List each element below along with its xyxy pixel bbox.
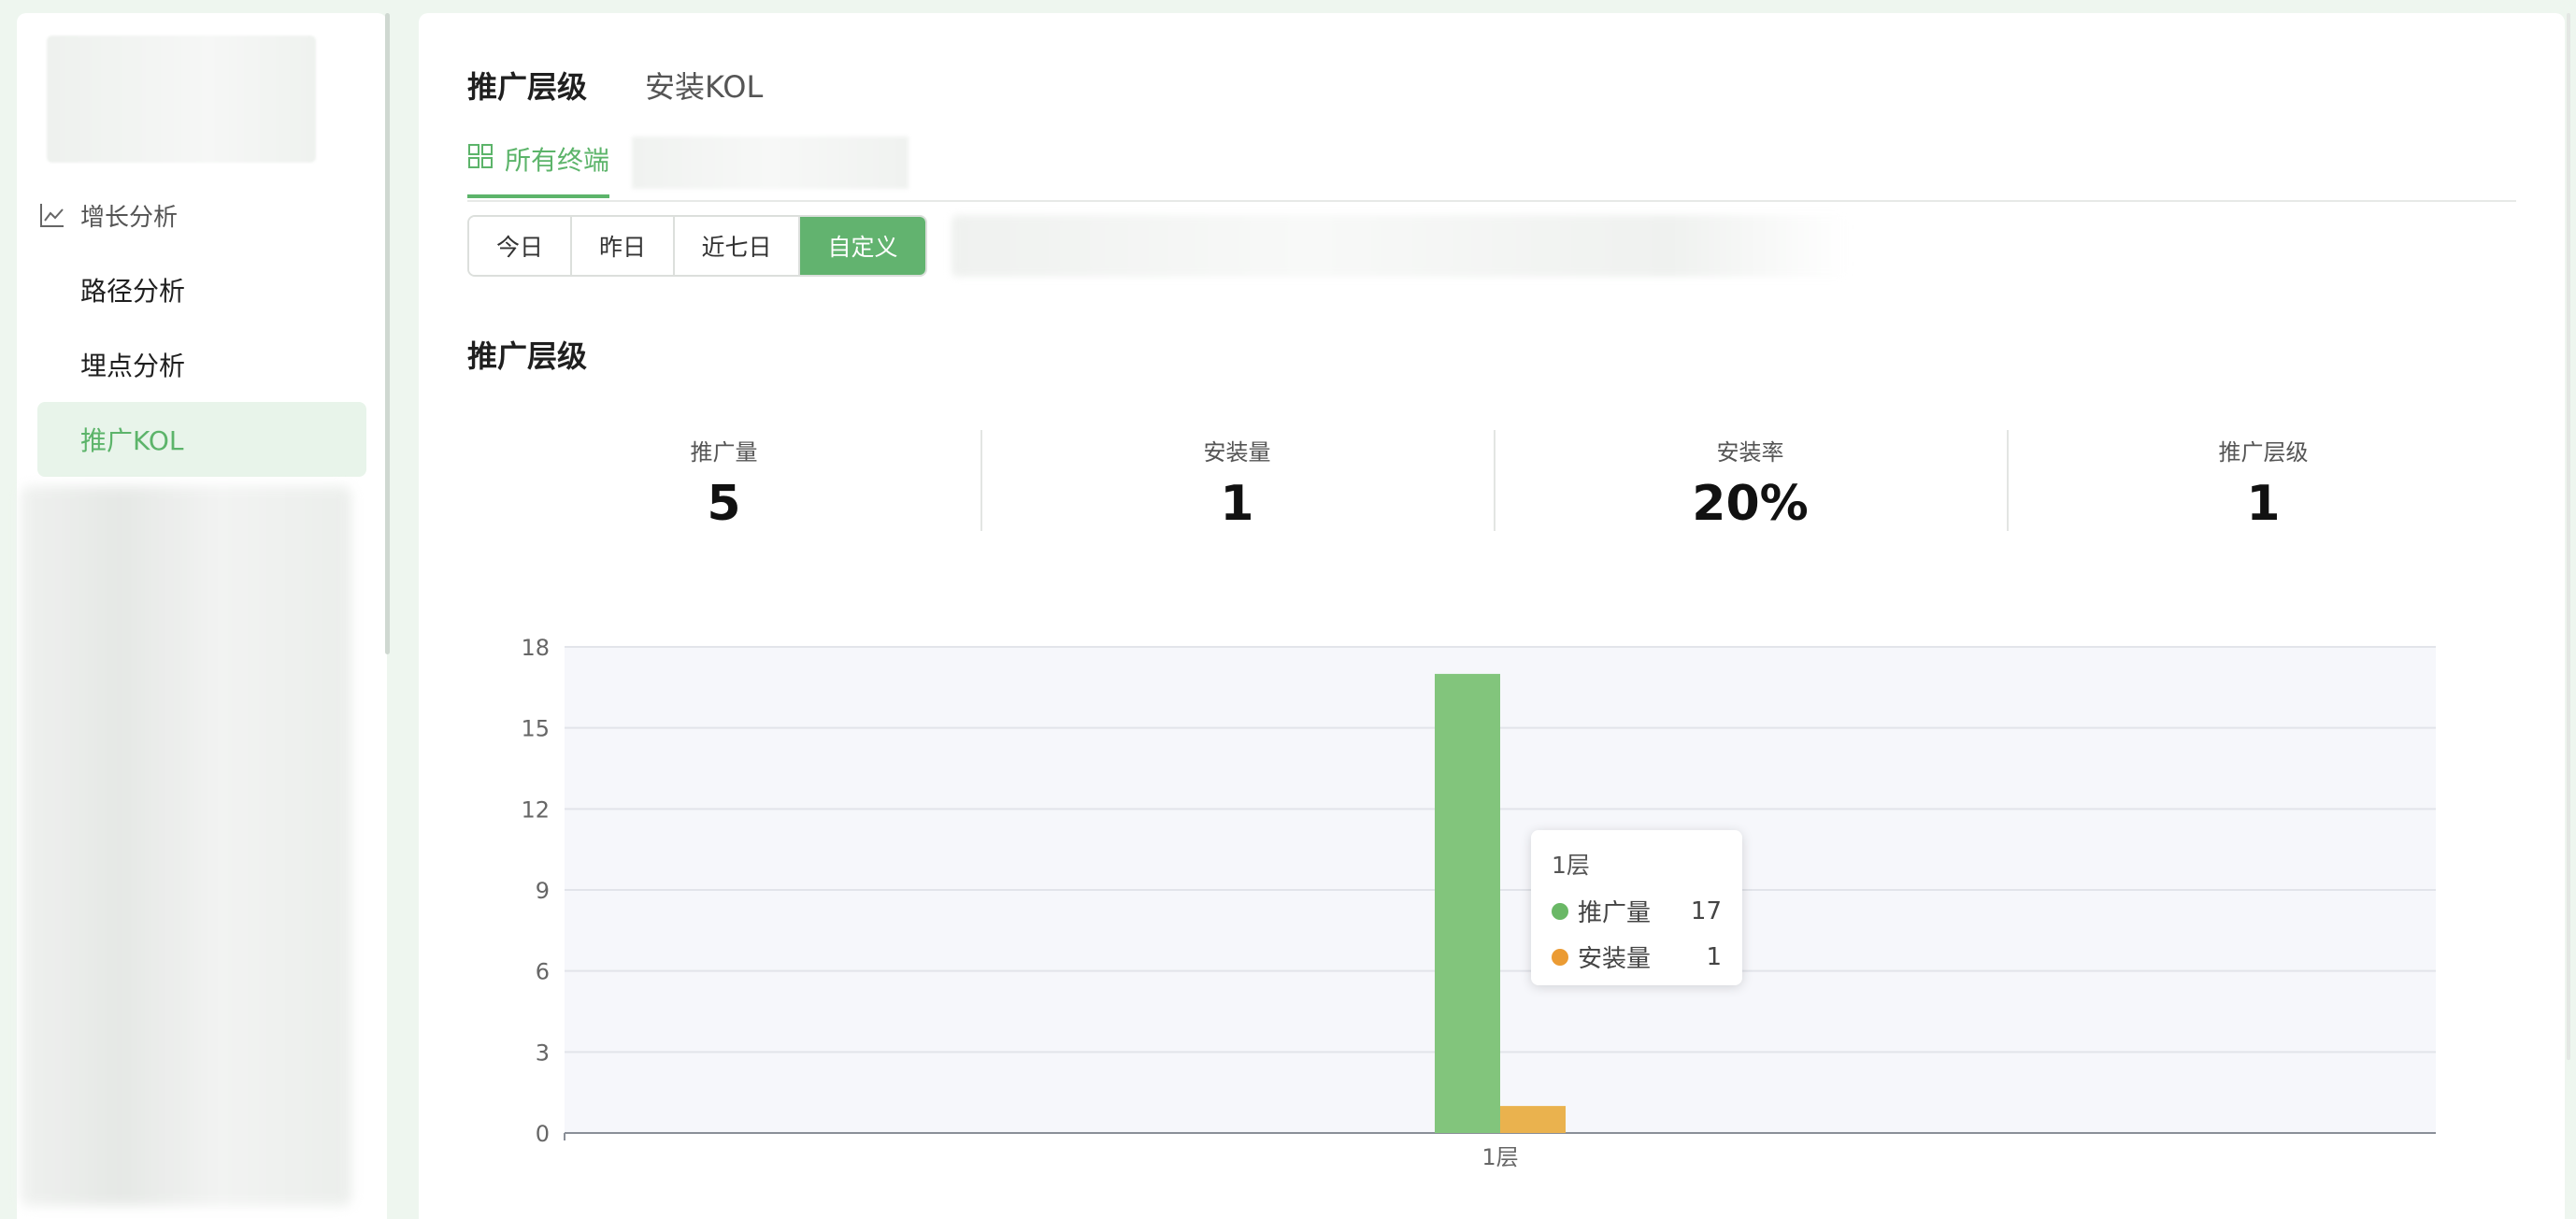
- stat-install-count: 安装量 1: [980, 430, 1494, 533]
- sidebar-item-path-analysis[interactable]: 路径分析: [37, 252, 366, 327]
- sidebar-item-label: 推广KOL: [80, 425, 184, 456]
- stat-label: 推广量: [690, 439, 758, 466]
- stat-label: 安装量: [1203, 439, 1271, 466]
- tooltip-series-name: 推广量: [1578, 899, 1652, 927]
- stat-value: 1: [1220, 476, 1254, 532]
- sidebar-item-label: 埋点分析: [80, 351, 186, 381]
- main-scrollbar[interactable]: [2567, 13, 2570, 1060]
- tooltip-series-name: 安装量: [1578, 945, 1652, 973]
- stat-label: 推广层级: [2218, 439, 2309, 466]
- logo: [47, 36, 316, 163]
- date-picker-redacted: [952, 215, 1849, 277]
- tooltip-series-value: 1: [1706, 942, 1722, 971]
- sidebar-scrollbar[interactable]: [385, 13, 390, 654]
- terminal-tabs: 所有终端: [467, 123, 2516, 202]
- sidebar-redacted-area: [21, 486, 351, 1206]
- top-tabs: 推广层级 安装KOL: [467, 64, 763, 107]
- tooltip-title: 1层: [1552, 852, 1590, 879]
- chart-tooltip: 1层 推广量 17 安装量 1: [1531, 830, 1742, 985]
- tab-all-terminals[interactable]: 所有终端: [467, 123, 609, 198]
- stat-promo-level: 推广层级 1: [2007, 430, 2520, 533]
- range-yesterday-button[interactable]: 昨日: [572, 217, 675, 275]
- tooltip-row: 推广量 17: [1552, 894, 1722, 928]
- line-chart-icon: [39, 202, 65, 228]
- sidebar-item-label: 路径分析: [80, 276, 186, 307]
- tab-promo-level[interactable]: 推广层级: [467, 64, 587, 107]
- sidebar-item-event-analysis[interactable]: 埋点分析: [37, 327, 366, 402]
- stats-row: 推广量 5 安装量 1 安装率 20% 推广层级 1: [467, 430, 2520, 533]
- section-title: 推广层级: [467, 338, 588, 374]
- terminal-tab-redacted: [632, 136, 909, 189]
- stat-value: 5: [707, 476, 741, 532]
- series-dot-icon: [1552, 902, 1568, 920]
- range-last7-button[interactable]: 近七日: [675, 217, 800, 275]
- tab-all-terminals-label: 所有终端: [505, 145, 610, 176]
- stat-value: 20%: [1692, 476, 1809, 532]
- sidebar-item-promo-kol[interactable]: 推广KOL: [37, 402, 366, 477]
- range-today-button[interactable]: 今日: [469, 217, 572, 275]
- stat-label: 安装率: [1716, 439, 1784, 466]
- tab-install-kol[interactable]: 安装KOL: [645, 64, 763, 107]
- stat-promo-count: 推广量 5: [467, 430, 980, 533]
- stat-install-rate: 安装率 20%: [1494, 430, 2007, 533]
- series-dot-icon: [1552, 948, 1568, 966]
- stat-value: 1: [2246, 476, 2281, 532]
- nav-group-growth-analysis[interactable]: 增长分析: [39, 196, 178, 234]
- tooltip-row: 安装量 1: [1552, 939, 1722, 974]
- grid-icon: [467, 143, 494, 176]
- tooltip-series-value: 17: [1690, 896, 1722, 925]
- nav-group-label: 增长分析: [80, 203, 179, 232]
- main-panel: 推广层级 安装KOL 所有终端 今日 昨日 近七日 自定义 推广层级 推广量 5…: [419, 13, 2565, 1219]
- range-custom-button[interactable]: 自定义: [800, 217, 925, 275]
- date-range-group: 今日 昨日 近七日 自定义: [467, 215, 927, 277]
